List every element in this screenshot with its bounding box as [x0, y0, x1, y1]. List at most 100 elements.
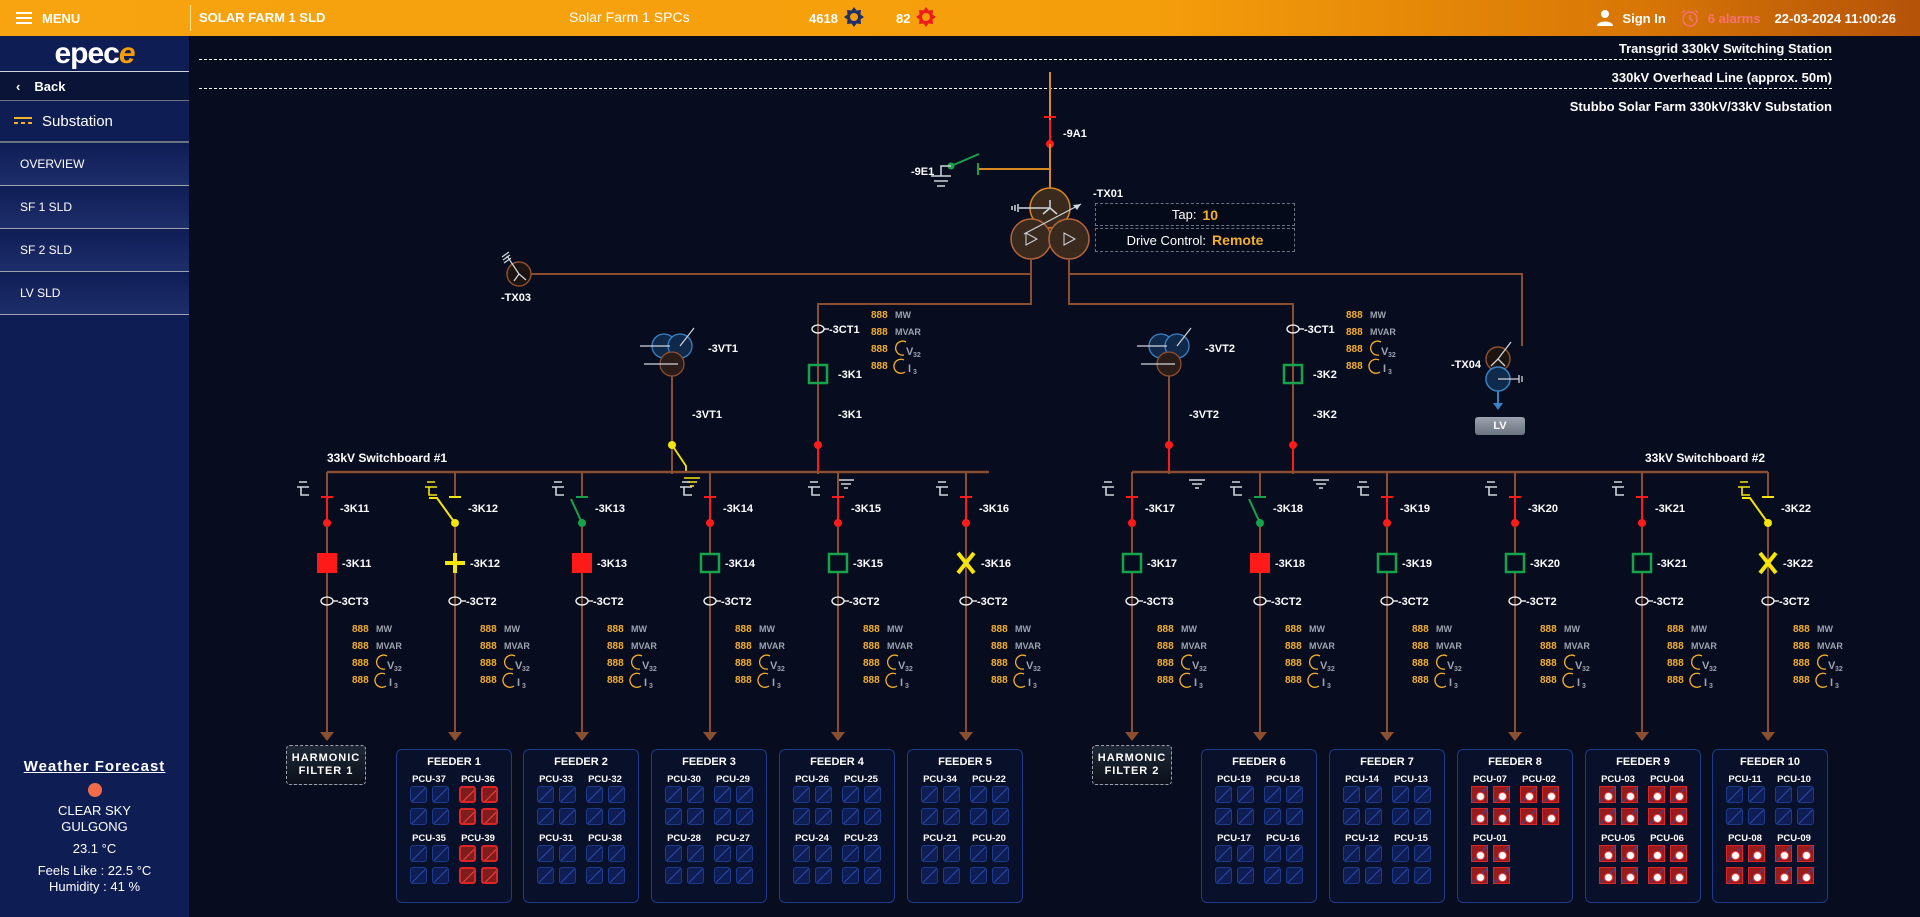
- circuit-breaker[interactable]: [1250, 553, 1270, 573]
- inverter-icon[interactable]: [1519, 808, 1537, 825]
- feeder-panel[interactable]: FEEDER 4 PCU-26 PCU-25 PCU-24 PCU-23: [779, 749, 895, 903]
- inverter-icon[interactable]: [969, 808, 987, 825]
- inverter-icon[interactable]: [1413, 867, 1431, 884]
- circuit-breaker[interactable]: [572, 553, 592, 573]
- lv-button[interactable]: LV: [1475, 417, 1525, 435]
- inverter-icon[interactable]: [585, 867, 603, 884]
- inverter-icon[interactable]: [1747, 786, 1765, 803]
- inverter-icon[interactable]: [920, 808, 938, 825]
- inverter-icon[interactable]: [1364, 845, 1382, 862]
- inverter-icon[interactable]: [735, 867, 753, 884]
- circuit-breaker[interactable]: [699, 552, 721, 574]
- inverter-icon[interactable]: [1470, 786, 1488, 803]
- feeder-panel[interactable]: FEEDER 10 PCU-11 PCU-10 PCU-08 PCU-09: [1712, 749, 1828, 903]
- inverter-icon[interactable]: [841, 786, 859, 803]
- inverter-icon[interactable]: [1342, 867, 1360, 884]
- inverter-icon[interactable]: [664, 808, 682, 825]
- feeder-panel[interactable]: FEEDER 1 PCU-37 PCU-36 PCU-35 PCU-39: [396, 749, 512, 903]
- inverter-icon[interactable]: [1796, 867, 1814, 884]
- disconnector[interactable]: [1742, 497, 1769, 524]
- inverter-icon[interactable]: [991, 786, 1009, 803]
- inverter-icon[interactable]: [792, 786, 810, 803]
- ok-counter[interactable]: 4618: [809, 0, 866, 36]
- inverter-icon[interactable]: [1796, 845, 1814, 862]
- inverter-icon[interactable]: [1285, 808, 1303, 825]
- inverter-icon[interactable]: [920, 845, 938, 862]
- inverter-icon[interactable]: [1620, 786, 1638, 803]
- inverter-icon[interactable]: [1413, 845, 1431, 862]
- circuit-breaker[interactable]: [1631, 552, 1653, 574]
- inverter-icon[interactable]: [1342, 786, 1360, 803]
- inverter-icon[interactable]: [1598, 845, 1616, 862]
- inverter-icon[interactable]: [536, 786, 554, 803]
- feeder-panel[interactable]: FEEDER 5 PCU-34 PCU-22 PCU-21 PCU-20: [907, 749, 1023, 903]
- inverter-icon[interactable]: [1492, 845, 1510, 862]
- inverter-icon[interactable]: [991, 845, 1009, 862]
- drive-control-box[interactable]: Drive Control: Remote: [1095, 228, 1295, 252]
- inverter-icon[interactable]: [1391, 845, 1409, 862]
- inverter-icon[interactable]: [1725, 786, 1743, 803]
- inverter-icon[interactable]: [458, 786, 476, 803]
- inverter-icon[interactable]: [1285, 845, 1303, 862]
- inverter-icon[interactable]: [735, 786, 753, 803]
- inverter-icon[interactable]: [1236, 867, 1254, 884]
- weather-title[interactable]: Weather Forecast: [0, 758, 189, 775]
- inverter-icon[interactable]: [1492, 867, 1510, 884]
- inverter-icon[interactable]: [558, 867, 576, 884]
- harmonic-filter-1[interactable]: HARMONIC FILTER 1: [286, 745, 366, 785]
- inverter-icon[interactable]: [920, 786, 938, 803]
- inverter-icon[interactable]: [792, 808, 810, 825]
- inverter-icon[interactable]: [409, 867, 427, 884]
- inverter-icon[interactable]: [1725, 845, 1743, 862]
- inverter-icon[interactable]: [431, 786, 449, 803]
- inverter-icon[interactable]: [458, 808, 476, 825]
- feeder-panel[interactable]: FEEDER 2 PCU-33 PCU-32 PCU-31 PCU-38: [523, 749, 639, 903]
- circuit-breaker[interactable]: [317, 553, 337, 573]
- inverter-icon[interactable]: [664, 845, 682, 862]
- inverter-icon[interactable]: [607, 845, 625, 862]
- earth-switch-9e1[interactable]: [950, 153, 980, 167]
- inverter-icon[interactable]: [841, 867, 859, 884]
- inverter-icon[interactable]: [1669, 808, 1687, 825]
- inverter-icon[interactable]: [480, 808, 498, 825]
- inverter-icon[interactable]: [735, 845, 753, 862]
- inverter-icon[interactable]: [480, 845, 498, 862]
- inverter-icon[interactable]: [969, 845, 987, 862]
- inverter-icon[interactable]: [1285, 786, 1303, 803]
- inverter-icon[interactable]: [458, 845, 476, 862]
- inverter-icon[interactable]: [991, 867, 1009, 884]
- sidebar-item-lv-sld[interactable]: LV SLD: [0, 272, 189, 315]
- inverter-icon[interactable]: [1342, 808, 1360, 825]
- inverter-icon[interactable]: [1492, 808, 1510, 825]
- inverter-icon[interactable]: [863, 867, 881, 884]
- inverter-icon[interactable]: [863, 845, 881, 862]
- inverter-icon[interactable]: [1774, 867, 1792, 884]
- inverter-icon[interactable]: [1364, 808, 1382, 825]
- sidebar-item-sf2-sld[interactable]: SF 2 SLD: [0, 229, 189, 272]
- inverter-icon[interactable]: [1263, 786, 1281, 803]
- inverter-icon[interactable]: [480, 786, 498, 803]
- inverter-icon[interactable]: [536, 808, 554, 825]
- circuit-breaker[interactable]: [1121, 552, 1143, 574]
- inverter-icon[interactable]: [536, 845, 554, 862]
- inverter-icon[interactable]: [558, 845, 576, 862]
- inverter-icon[interactable]: [409, 786, 427, 803]
- inverter-icon[interactable]: [607, 786, 625, 803]
- inverter-icon[interactable]: [792, 845, 810, 862]
- inverter-icon[interactable]: [713, 808, 731, 825]
- feeder-panel[interactable]: FEEDER 6 PCU-19 PCU-18 PCU-17 PCU-16: [1201, 749, 1317, 903]
- inverter-icon[interactable]: [942, 786, 960, 803]
- inverter-icon[interactable]: [1774, 845, 1792, 862]
- circuit-breaker[interactable]: [827, 552, 849, 574]
- vt-switch[interactable]: [671, 444, 687, 472]
- inverter-icon[interactable]: [713, 867, 731, 884]
- inverter-icon[interactable]: [942, 808, 960, 825]
- inverter-icon[interactable]: [1725, 867, 1743, 884]
- inverter-icon[interactable]: [431, 845, 449, 862]
- inverter-icon[interactable]: [841, 808, 859, 825]
- inverter-icon[interactable]: [1669, 867, 1687, 884]
- sidebar-item-sf1-sld[interactable]: SF 1 SLD: [0, 186, 189, 229]
- menu-button[interactable]: MENU: [16, 0, 80, 36]
- inverter-icon[interactable]: [735, 808, 753, 825]
- feeder-panel[interactable]: FEEDER 9 PCU-03 PCU-04 PCU-05 PCU-06: [1585, 749, 1701, 903]
